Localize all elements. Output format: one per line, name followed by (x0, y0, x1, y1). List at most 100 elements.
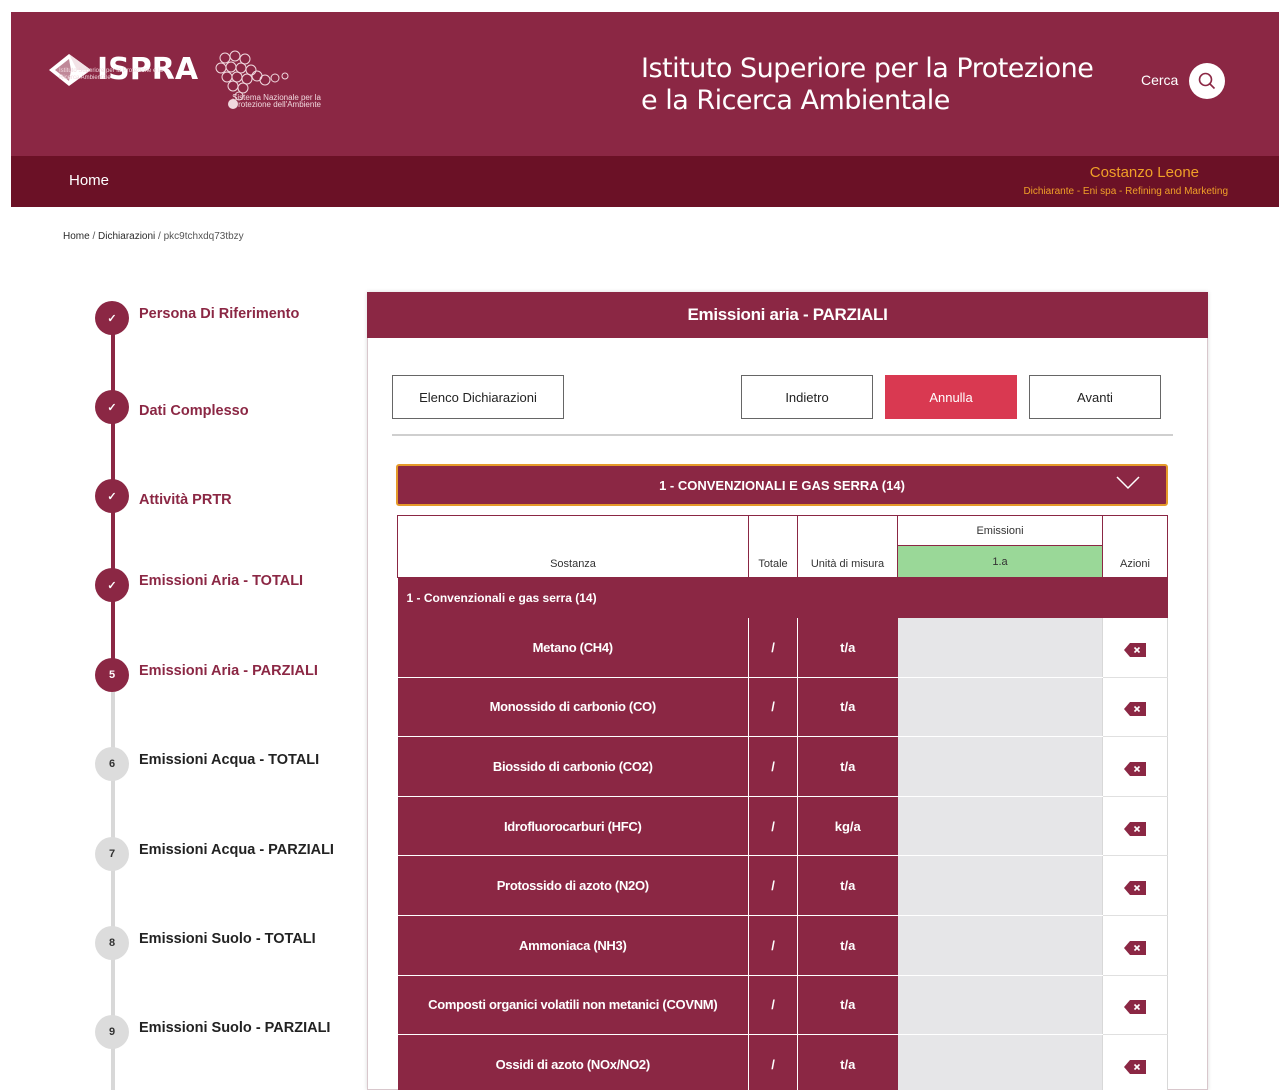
step-label: Emissioni Suolo - PARZIALI (139, 1020, 331, 1036)
step-label: Attività PRTR (139, 492, 232, 508)
wizard-stepper: ✓ Persona Di Riferimento ✓ Dati Compless… (95, 298, 355, 1090)
snpa-logo-text: Sistema Nazionale per la Protezione dell… (232, 93, 321, 109)
main-navbar: Home Costanzo Leone Dichiarante - Eni sp… (11, 156, 1279, 207)
delete-icon[interactable] (1124, 881, 1146, 896)
step-label: Emissioni Suolo - TOTALI (139, 931, 316, 947)
step-number: 8 (95, 926, 129, 960)
cell-sostanza: Idrofluorocarburi (HFC) (397, 796, 749, 857)
step-number: 6 (95, 747, 129, 781)
step-emissioni-aria-totali[interactable]: ✓ Emissioni Aria - TOTALI (95, 568, 303, 602)
site-title-line1: Istituto Superiore per la Protezione (641, 53, 1094, 84)
step-persona-riferimento[interactable]: ✓ Persona Di Riferimento (95, 301, 299, 335)
cell-sostanza: Ossidi di azoto (NOx/NO2) (397, 1034, 749, 1090)
table-row: Metano (CH4) / t/a (397, 617, 1168, 678)
cell-totale: / (748, 677, 798, 738)
table-row: Protossido di azoto (N2O) / t/a (397, 855, 1168, 916)
delete-icon[interactable] (1124, 1059, 1146, 1074)
table-row: Ossidi di azoto (NOx/NO2) / t/a (397, 1034, 1168, 1090)
site-header: ISPRA Istituto Superiore per la Protezio… (11, 12, 1279, 156)
cell-emissioni-input[interactable] (897, 736, 1103, 797)
divider (392, 434, 1173, 436)
cell-sostanza: Metano (CH4) (397, 617, 749, 678)
col-header-emissioni-sub: 1.a (897, 545, 1103, 578)
delete-icon[interactable] (1124, 1000, 1146, 1015)
accordion-title: 1 - CONVENZIONALI E GAS SERRA (14) (659, 477, 905, 493)
cell-emissioni-input[interactable] (897, 855, 1103, 916)
delete-icon[interactable] (1124, 940, 1146, 955)
step-emissioni-suolo-totali[interactable]: 8 Emissioni Suolo - TOTALI (95, 926, 316, 960)
accordion-convenzionali[interactable]: 1 - CONVENZIONALI E GAS SERRA (14) (396, 464, 1168, 506)
logo-subtitle: Istituto Superiore per la Protezione e l… (59, 68, 163, 81)
step-emissioni-acqua-totali[interactable]: 6 Emissioni Acqua - TOTALI (95, 747, 319, 781)
step-attivita-prtr[interactable]: ✓ Attività PRTR (95, 479, 232, 513)
cell-sostanza: Composti organici volatili non metanici … (397, 975, 749, 1036)
cell-sostanza: Monossido di carbonio (CO) (397, 677, 749, 738)
cell-unita: kg/a (797, 796, 898, 857)
table-row: Biossido di carbonio (CO2) / t/a (397, 736, 1168, 797)
cell-sostanza: Ammoniaca (NH3) (397, 915, 749, 976)
cell-azioni (1102, 975, 1168, 1036)
cell-emissioni-input[interactable] (897, 975, 1103, 1036)
back-button[interactable]: Indietro (741, 375, 873, 419)
cell-totale: / (748, 915, 798, 976)
step-number: 5 (95, 658, 129, 692)
search-button[interactable] (1189, 63, 1225, 99)
group-label: 1 - Convenzionali e gas serra (14) (397, 577, 1168, 618)
step-emissioni-acqua-parziali[interactable]: 7 Emissioni Acqua - PARZIALI (95, 837, 334, 871)
cell-unita: t/a (797, 975, 898, 1036)
step-label: Emissioni Aria - PARZIALI (139, 663, 318, 679)
step-label: Emissioni Acqua - TOTALI (139, 752, 320, 768)
col-header-sostanza: Sostanza (397, 515, 749, 578)
cell-emissioni-input[interactable] (897, 915, 1103, 976)
step-dati-complesso[interactable]: ✓ Dati Complesso (95, 390, 249, 424)
table-row: Ammoniaca (NH3) / t/a (397, 915, 1168, 976)
step-check-icon: ✓ (95, 301, 129, 335)
step-label: Dati Complesso (139, 403, 249, 419)
cell-unita: t/a (797, 915, 898, 976)
step-label: Emissioni Acqua - PARZIALI (139, 842, 334, 858)
next-button[interactable]: Avanti (1029, 375, 1161, 419)
cell-emissioni-input[interactable] (897, 796, 1103, 857)
cell-emissioni-input[interactable] (897, 617, 1103, 678)
cell-sostanza: Biossido di carbonio (CO2) (397, 736, 749, 797)
cell-totale: / (748, 855, 798, 916)
step-emissioni-aria-parziali[interactable]: 5 Emissioni Aria - PARZIALI (95, 658, 318, 692)
step-number: 7 (95, 837, 129, 871)
table-row: Idrofluorocarburi (HFC) / kg/a (397, 796, 1168, 857)
cell-azioni (1102, 1034, 1168, 1090)
breadcrumb-dichiarazioni[interactable]: Dichiarazioni (98, 231, 155, 242)
step-label: Emissioni Aria - TOTALI (139, 573, 304, 589)
delete-icon[interactable] (1124, 702, 1146, 717)
group-row: 1 - Convenzionali e gas serra (14) (397, 577, 1168, 618)
user-name[interactable]: Costanzo Leone (1090, 164, 1199, 181)
emissions-panel: Emissioni aria - PARZIALI Elenco Dichiar… (367, 292, 1208, 1090)
delete-icon[interactable] (1124, 642, 1146, 657)
table-row: Monossido di carbonio (CO) / t/a (397, 677, 1168, 738)
step-number: 9 (95, 1015, 129, 1049)
step-label: Persona Di Riferimento (139, 306, 300, 322)
elenco-dichiarazioni-button[interactable]: Elenco Dichiarazioni (392, 375, 564, 419)
step-check-icon: ✓ (95, 479, 129, 513)
breadcrumb: Home / Dichiarazioni / pkc9tchxdq73tbzy (63, 231, 244, 242)
search-label[interactable]: Cerca (1141, 72, 1178, 88)
cell-totale: / (748, 975, 798, 1036)
snpa-logo-icon (215, 50, 289, 109)
cell-emissioni-input[interactable] (897, 1034, 1103, 1090)
cell-emissioni-input[interactable] (897, 677, 1103, 738)
breadcrumb-home[interactable]: Home (63, 231, 90, 242)
col-header-azioni: Azioni (1102, 515, 1168, 578)
delete-icon[interactable] (1124, 761, 1146, 776)
cancel-button[interactable]: Annulla (885, 375, 1017, 419)
cell-unita: t/a (797, 617, 898, 678)
cell-azioni (1102, 736, 1168, 797)
search-icon (1198, 72, 1216, 90)
step-emissioni-suolo-parziali[interactable]: 9 Emissioni Suolo - PARZIALI (95, 1015, 330, 1049)
delete-icon[interactable] (1124, 821, 1146, 836)
cell-unita: t/a (797, 677, 898, 738)
cell-unita: t/a (797, 1034, 898, 1090)
user-role: Dichiarante - Eni spa - Refining and Mar… (1023, 186, 1228, 197)
cell-azioni (1102, 617, 1168, 678)
breadcrumb-separator: / (155, 231, 164, 242)
nav-home-link[interactable]: Home (69, 172, 109, 189)
cell-totale: / (748, 736, 798, 797)
